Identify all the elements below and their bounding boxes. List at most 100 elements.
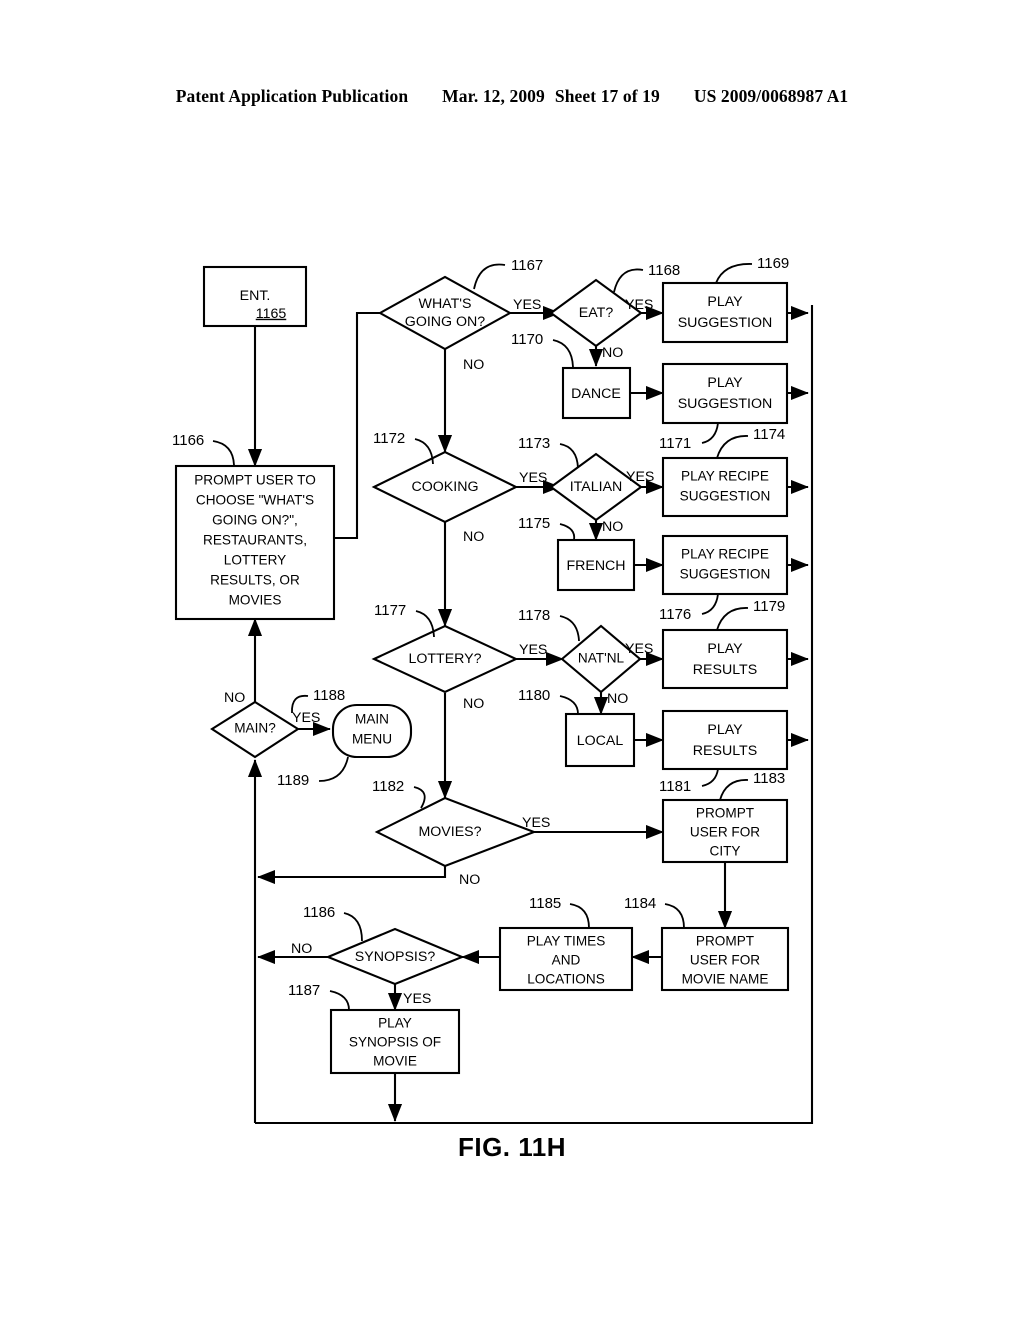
node-synopsis-label: SYNOPSIS? [355, 949, 436, 965]
node-movie-name-line-1: PROMPT [696, 934, 754, 949]
leader-1167 [473, 263, 506, 290]
node-results-2-line-2: RESULTS [693, 743, 757, 759]
node-recipe-2-line-1: PLAY RECIPE [681, 547, 769, 562]
label-eat-yes: YES [625, 297, 653, 313]
ref-1175: 1175 [518, 515, 550, 532]
node-play-synopsis-line-2: SYNOPSIS OF [349, 1035, 441, 1050]
label-wgo-no: NO [463, 357, 484, 373]
ref-1187: 1187 [288, 982, 320, 999]
node-prompt-line-7: MOVIES [229, 593, 282, 608]
ref-1167: 1167 [511, 257, 543, 274]
node-lottery: LOTTERY? [371, 624, 519, 694]
figure-caption: FIG. 11H [457, 1132, 567, 1162]
flowchart-diagram: ENT. 1165 PROMPT USER TO CHOOSE "WHAT'S … [172, 255, 814, 1125]
leader-1186 [343, 912, 363, 942]
node-main-menu-line-2: MENU [352, 732, 392, 747]
node-wgo-line-1: WHAT'S [419, 296, 472, 312]
ref-1183: 1183 [753, 770, 785, 787]
node-prompt-line-4: RESTAURANTS, [203, 533, 307, 548]
node-times-line-1: PLAY TIMES [527, 934, 606, 949]
node-movies: MOVIES? [374, 796, 537, 868]
node-cooking: COOKING [371, 450, 519, 524]
node-play-synopsis-of-movie: PLAY SYNOPSIS OF MOVIE [329, 1008, 461, 1075]
leader-1182 [413, 786, 426, 809]
node-main-label: MAIN? [234, 721, 276, 736]
leader-1166 [212, 440, 235, 466]
leader-1184 [664, 903, 685, 929]
node-prompt-line-3: GOING ON?", [212, 513, 298, 528]
node-movies-label: MOVIES? [418, 824, 481, 840]
node-recipe-1-line-1: PLAY RECIPE [681, 469, 769, 484]
label-cooking-yes: YES [519, 470, 547, 486]
node-prompt-line-2: CHOOSE "WHAT'S [196, 493, 314, 508]
ref-1181: 1181 [659, 778, 691, 795]
leader-1169 [715, 263, 753, 284]
ref-1170: 1170 [511, 331, 543, 348]
node-natnl-label: NAT'NL [578, 651, 625, 666]
label-movies-no: NO [459, 872, 480, 888]
ref-1185: 1185 [529, 895, 561, 912]
ref-1179: 1179 [753, 598, 785, 615]
node-play-suggestion-2: PLAY SUGGESTION [661, 362, 789, 425]
label-italian-no: NO [602, 519, 623, 535]
leader-1185 [569, 903, 590, 929]
label-main-yes: YES [292, 710, 320, 726]
node-times-line-3: LOCATIONS [527, 972, 605, 987]
leader-1179 [716, 607, 749, 631]
node-movie-name-line-3: MOVIE NAME [682, 972, 769, 987]
label-eat-no: NO [602, 345, 623, 361]
node-play-recipe-suggestion-1: PLAY RECIPE SUGGESTION [661, 456, 789, 518]
node-synopsis: SYNOPSIS? [325, 927, 465, 986]
node-prompt-line-6: RESULTS, OR [210, 573, 300, 588]
ref-1180: 1180 [518, 687, 550, 704]
leader-1176 [701, 593, 719, 615]
node-whats-going-on: WHAT'S GOING ON? [377, 275, 513, 351]
label-cooking-no: NO [463, 529, 484, 545]
ref-1169: 1169 [757, 255, 789, 272]
leader-1174 [716, 435, 749, 459]
node-play-results-2: PLAY RESULTS [661, 709, 789, 771]
node-prompt-user-movie-name: PROMPT USER FOR MOVIE NAME [660, 926, 790, 992]
edge-movies-no-to-left-bus [257, 866, 447, 885]
leader-1183 [719, 779, 749, 801]
node-local: LOCAL [564, 712, 636, 768]
node-natnl: NAT'NL [560, 624, 642, 694]
node-results-1-line-1: PLAY [707, 641, 743, 657]
leader-1181 [701, 768, 719, 787]
node-main-menu: MAIN MENU [331, 703, 413, 759]
ref-1173: 1173 [518, 435, 550, 452]
node-main: MAIN? [210, 700, 300, 759]
node-prompt-line-1: PROMPT USER TO [194, 473, 316, 488]
node-play-suggestion-2-line-2: SUGGESTION [678, 396, 773, 412]
node-italian: ITALIAN [549, 452, 643, 522]
node-results-2-line-1: PLAY [707, 722, 743, 738]
node-play-recipe-suggestion-2: PLAY RECIPE SUGGESTION [661, 534, 789, 596]
node-city-line-3: CITY [710, 844, 741, 859]
label-italian-yes: YES [626, 469, 654, 485]
leader-1189 [318, 756, 349, 782]
node-eat-label: EAT? [579, 305, 614, 321]
node-wgo-line-2: GOING ON? [405, 314, 486, 330]
label-lottery-no: NO [463, 696, 484, 712]
edge-prompt-to-wgo [334, 311, 380, 540]
ref-1176: 1176 [659, 606, 691, 623]
node-movie-name-line-2: USER FOR [690, 953, 760, 968]
ref-1177: 1177 [374, 602, 406, 619]
node-play-suggestion-1: PLAY SUGGESTION [661, 281, 789, 344]
leader-1168 [613, 268, 644, 293]
ref-1171: 1171 [659, 435, 691, 452]
leader-1187 [329, 990, 350, 1011]
ref-1186: 1186 [303, 904, 335, 921]
node-play-suggestion-1-line-2: SUGGESTION [678, 315, 773, 331]
node-local-label: LOCAL [577, 733, 624, 749]
node-eat: EAT? [549, 278, 643, 348]
node-ent: ENT. 1165 [202, 265, 308, 328]
node-play-suggestion-1-line-1: PLAY [707, 294, 743, 310]
ref-1178: 1178 [518, 607, 550, 624]
ref-1182: 1182 [372, 778, 404, 795]
leader-1170 [552, 339, 574, 368]
node-main-menu-line-1: MAIN [355, 712, 389, 727]
node-lottery-label: LOTTERY? [408, 651, 481, 667]
label-main-no: NO [224, 690, 245, 706]
label-synopsis-yes: YES [403, 991, 431, 1007]
